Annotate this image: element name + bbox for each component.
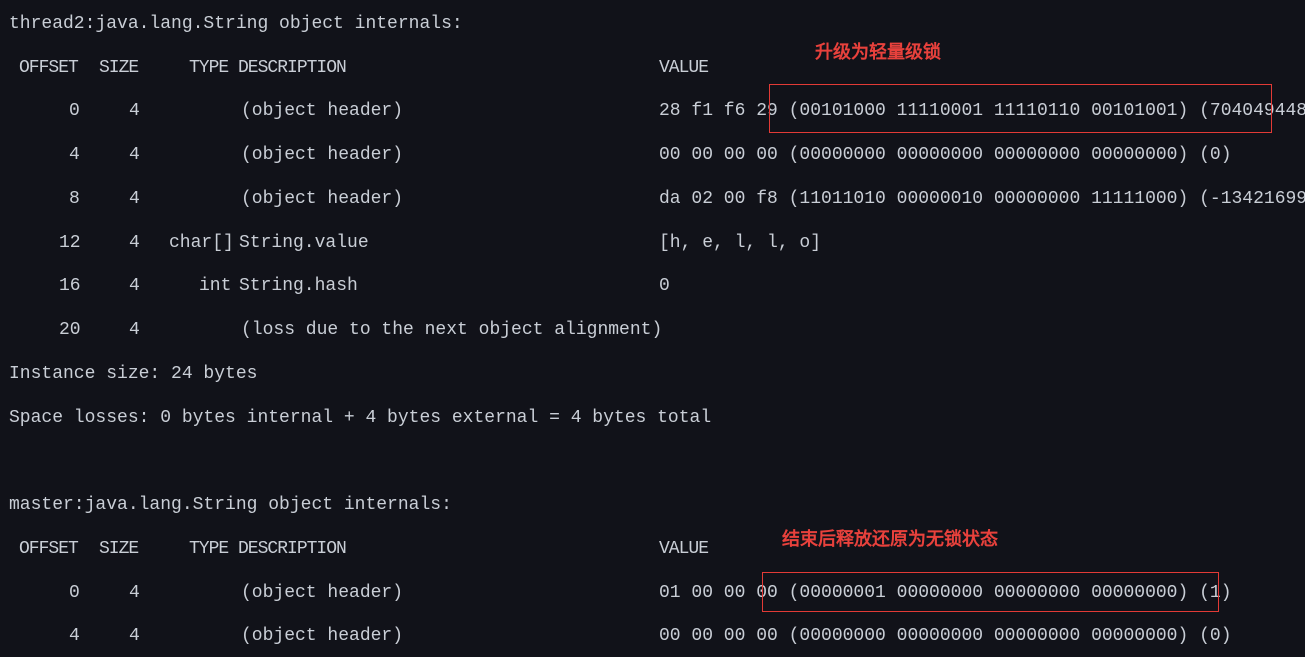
- table-row-value: 0: [659, 276, 670, 296]
- table-row-value: 00 00 00 00 (00000000 00000000 00000000 …: [659, 145, 1232, 165]
- space-losses-line: Space losses: 0 bytes internal + 4 bytes…: [9, 408, 712, 428]
- block2-header-value: VALUE: [659, 539, 709, 559]
- table-row-value: [h, e, l, l, o]: [659, 233, 822, 253]
- block2-title: master:java.lang.String object internals…: [9, 495, 452, 515]
- table-row-offset: 12: [59, 233, 81, 253]
- lightweight-lock-highlight-box: [769, 84, 1272, 133]
- lightweight-lock-annotation: 升级为轻量级锁: [815, 42, 941, 63]
- block2-header-type-description: TYPE DESCRIPTION: [189, 539, 347, 559]
- block1-header-size: SIZE: [99, 58, 139, 78]
- table-row-size: 4: [129, 233, 140, 253]
- table-row-offset: 20: [59, 320, 81, 340]
- table-row-value: da 02 00 f8 (11011010 00000010 00000000 …: [659, 189, 1305, 209]
- table-row-offset: 4: [69, 145, 80, 165]
- table-row-size: 4: [129, 101, 140, 121]
- block1-header-type-description: TYPE DESCRIPTION: [189, 58, 347, 78]
- table-row-size: 4: [129, 189, 140, 209]
- table-row-value: 00 00 00 00 (00000000 00000000 00000000 …: [659, 626, 1232, 646]
- console-output: thread2:java.lang.String object internal…: [0, 0, 1305, 657]
- unlock-annotation: 结束后释放还原为无锁状态: [782, 529, 998, 550]
- table-row-size: 4: [129, 626, 140, 646]
- instance-size-line: Instance size: 24 bytes: [9, 364, 258, 384]
- table-row-description: String.value: [239, 233, 369, 253]
- table-row-description: (object header): [241, 101, 404, 121]
- table-row-size: 4: [129, 276, 140, 296]
- table-row-description: (loss due to the next object alignment): [241, 320, 663, 340]
- table-row-offset: 0: [69, 583, 80, 603]
- table-row-type: char[]: [169, 233, 234, 253]
- table-row-offset: 4: [69, 626, 80, 646]
- block1-header-offset: OFFSET: [19, 58, 79, 78]
- block2-header-size: SIZE: [99, 539, 139, 559]
- block1-title: thread2:java.lang.String object internal…: [9, 14, 463, 34]
- table-row-size: 4: [129, 320, 140, 340]
- table-row-type: int: [199, 276, 232, 296]
- table-row-description: (object header): [241, 583, 404, 603]
- table-row-description: String.hash: [239, 276, 358, 296]
- table-row-offset: 0: [69, 101, 80, 121]
- table-row-description: (object header): [241, 145, 404, 165]
- table-row-offset: 16: [59, 276, 81, 296]
- table-row-description: (object header): [241, 626, 404, 646]
- table-row-size: 4: [129, 145, 140, 165]
- block2-header-offset: OFFSET: [19, 539, 79, 559]
- table-row-size: 4: [129, 583, 140, 603]
- unlock-highlight-box: [762, 572, 1219, 612]
- table-row-description: (object header): [241, 189, 404, 209]
- block1-header-value: VALUE: [659, 58, 709, 78]
- table-row-offset: 8: [69, 189, 80, 209]
